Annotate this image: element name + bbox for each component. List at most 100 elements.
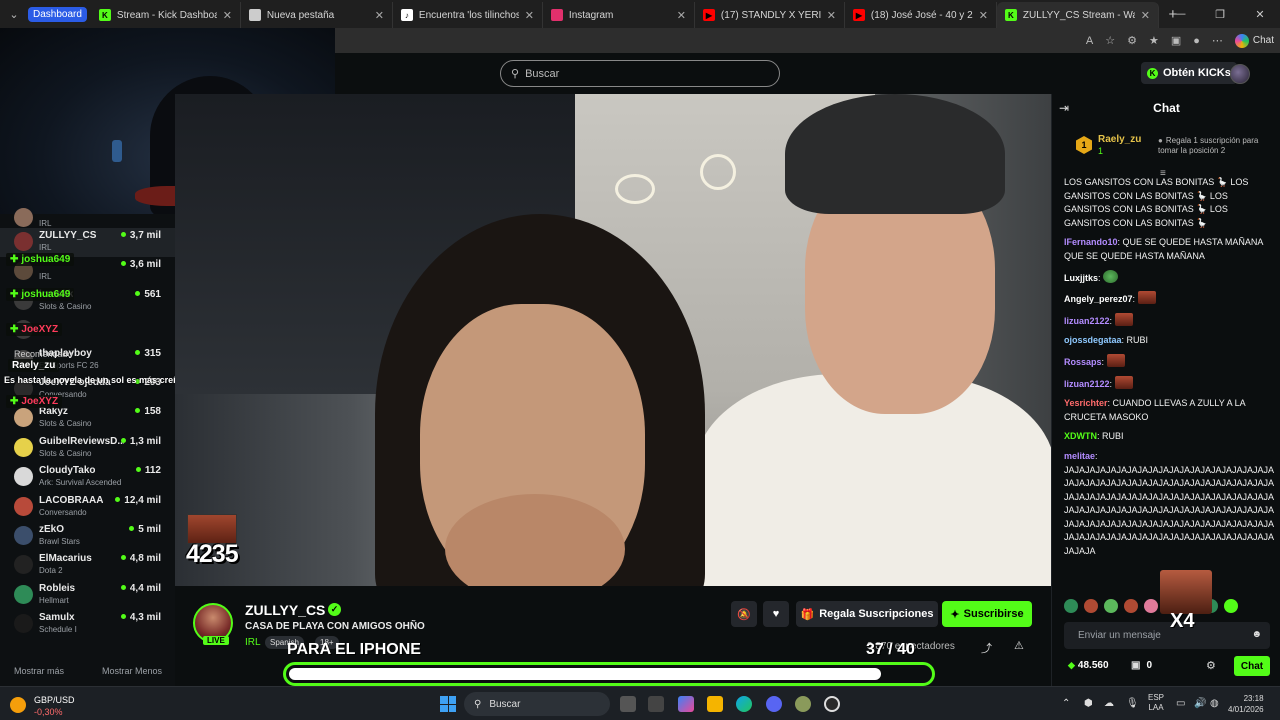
tab-favicon-icon [550,9,563,21]
network-icon[interactable]: ▭ [1176,698,1185,709]
copilot-chat-button[interactable]: Chat [1234,33,1274,48]
chat-username[interactable]: lizuan2122 [1064,379,1110,389]
taskbar-search[interactable]: ⚲ Buscar [464,692,610,716]
chat-username[interactable]: lFernando10 [1064,237,1118,247]
streamer-name[interactable]: ZULLYY_CS [245,602,325,618]
browser-tab[interactable]: ▶ (18) José José - 40 y 20 (Video C ✕ [845,2,997,28]
copilot-app-icon[interactable] [678,696,694,712]
gift-counter[interactable]: 0 [1131,660,1152,671]
sidebar-channel[interactable]: GuibelReviewsD... Slots & Casino 1,3 mil [0,434,175,463]
system-clock[interactable]: 23:18 4/01/2026 [1228,693,1264,715]
tab-favicon-icon: K [98,9,111,21]
browser-tab[interactable]: ♪ Encuentra 'los tilinchos' en TikTok ✕ [393,2,543,28]
close-tab-icon[interactable]: ✕ [375,9,384,22]
emote-icon[interactable] [1144,599,1158,613]
browser-tab[interactable]: Nueva pestaña ✕ [241,2,393,28]
windows-start-icon[interactable] [440,696,456,712]
extensions-icon[interactable]: ⚙ [1127,34,1137,47]
close-tab-icon[interactable]: ✕ [827,9,836,22]
close-tab-icon[interactable]: ✕ [1141,9,1150,22]
browser-tab[interactable]: ▶ (17) STANDLY X YERI MUA ✕ [695,2,845,28]
tab-menu-chevron-icon[interactable]: ⌄ [0,0,28,28]
leaderboard-user[interactable]: Raely_zu [1098,134,1141,145]
show-more-link[interactable]: Mostrar más [14,666,64,676]
emote-icon[interactable] [1084,599,1098,613]
chat-settings-gear-icon[interactable]: ⚙ [1206,659,1216,672]
gift-subs-button[interactable]: 🎁 Regala Suscripciones [796,601,938,627]
edge-browser-icon[interactable] [736,696,752,712]
sidebar-channel[interactable]: LACOBRAAA Conversando 12,4 mil [0,493,175,522]
chat-username[interactable]: Luxjjtks [1064,273,1098,283]
emote-icon[interactable] [1104,599,1118,613]
report-warning-icon[interactable]: ⚠ [1014,639,1024,652]
volume-icon[interactable]: 🔊 [1194,698,1206,709]
close-tab-icon[interactable]: ✕ [223,9,232,22]
collections-icon[interactable]: ▣ [1171,34,1181,47]
sidebar-channel[interactable]: Rakyz Slots & Casino 158 [0,404,175,433]
subscribe-button[interactable]: ✦ Suscribirse [942,601,1032,627]
sidebar-channel[interactable]: ElMacarius Dota 2 4,8 mil [0,551,175,580]
tray-app-icon[interactable]: ⬢ [1084,698,1093,709]
get-kicks-button[interactable]: K Obtén KICKs [1141,62,1237,84]
browser-tab[interactable]: Instagram ✕ [543,2,695,28]
store-icon[interactable] [648,696,664,712]
onedrive-icon[interactable]: ☁ [1104,698,1114,709]
share-icon[interactable]: ⤴ [981,640,992,656]
task-view-icon[interactable] [620,696,636,712]
follow-heart-button[interactable]: ♥ [763,601,789,627]
show-less-link[interactable]: Mostrar Menos [102,666,162,676]
more-menu-icon[interactable]: ⋯ [1212,34,1223,47]
search-input[interactable]: ⚲ Buscar [500,60,780,87]
chat-message-input[interactable]: Enviar un mensaje ☻ [1064,622,1270,649]
discord-icon[interactable] [766,696,782,712]
emote-icon[interactable] [1224,599,1238,613]
app-icon[interactable] [795,696,811,712]
chat-username[interactable]: ojossdegataa [1064,335,1122,345]
overlay-chat-user: ✚ joshua649 [6,288,75,301]
chat-username[interactable]: Rossaps [1064,357,1102,367]
chat-header: Chat [1153,101,1180,115]
close-tab-icon[interactable]: ✕ [979,9,988,22]
user-avatar[interactable] [1230,64,1250,84]
video-player[interactable] [175,94,1051,586]
maximize-icon[interactable]: ❐ [1200,0,1240,28]
sidebar-channel[interactable]: Robleis Hellmart 4,4 mil [0,581,175,610]
chat-username[interactable]: melitae [1064,451,1095,461]
close-tab-icon[interactable]: ✕ [525,9,534,22]
chat-separator: : [1101,356,1107,367]
emote-icon[interactable] [1064,599,1078,613]
sidebar-channel[interactable]: CloudyTako Ark: Survival Ascended 112 [0,463,175,492]
browser-tab[interactable]: K ZULLYY_CS Stream - Watch Live ✕ [996,2,1159,28]
emote-icon[interactable] [1124,599,1138,613]
kick-header: ⚲ Buscar K Obtén KICKs [335,53,1280,94]
favorites-icon[interactable]: ★ [1149,34,1159,47]
minimize-icon[interactable]: — [1160,0,1200,28]
microphone-icon[interactable]: 🎙 [1126,698,1139,709]
language-indicator[interactable]: ESP LAA [1148,693,1164,713]
file-explorer-icon[interactable] [707,696,723,712]
sidebar-channel[interactable]: Samulx Schedule I 4,3 mil [0,610,175,639]
emoji-picker-icon[interactable]: ☻ [1251,629,1262,640]
close-window-icon[interactable]: ✕ [1240,0,1280,28]
chat-username[interactable]: Angely_perez07 [1064,294,1133,304]
clock-time: 23:18 [1243,694,1264,703]
sidebar-channel[interactable]: zEkO Brawl Stars 5 mil [0,522,175,551]
dashboard-badge[interactable]: Dashboard [28,6,87,22]
chat-emote-icon [1114,375,1133,389]
close-tab-icon[interactable]: ✕ [677,9,686,22]
favorite-star-icon[interactable]: ☆ [1105,34,1115,47]
obs-icon[interactable] [824,696,840,712]
chat-username[interactable]: Yesrichter [1064,398,1108,408]
kicks-balance[interactable]: 48.560 [1068,660,1109,671]
profile-icon[interactable]: ● [1193,35,1200,47]
stream-category-link[interactable]: IRL [245,637,261,648]
read-aloud-icon[interactable]: A [1086,35,1093,47]
battery-icon[interactable]: ◍ [1210,698,1219,709]
tray-overflow-icon[interactable]: ⌃ [1062,698,1070,709]
chat-username[interactable]: XDWTN [1064,431,1097,441]
chat-send-button[interactable]: Chat [1234,656,1270,676]
browser-tab[interactable]: K Stream - Kick Dashboard ✕ [91,2,241,28]
notifications-off-button[interactable]: 🔕 [731,601,757,627]
recommended-sidebar: IRLZULLYY_CSIRL3,7 milIRL3,6 millcrackkS… [0,208,175,686]
chat-username[interactable]: lizuan2122 [1064,316,1110,326]
